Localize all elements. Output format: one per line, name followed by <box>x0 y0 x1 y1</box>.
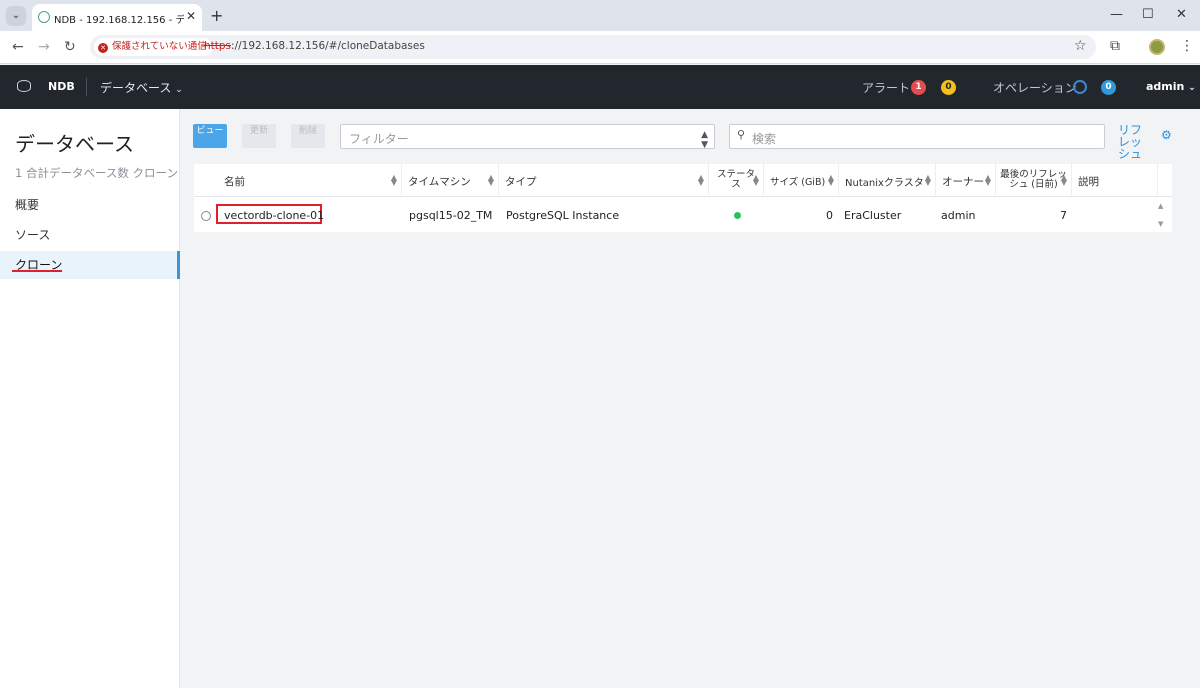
size-cell: 0 <box>826 209 833 222</box>
sort-icon: ▲ ▼ <box>390 173 397 187</box>
database-logo-icon <box>17 80 31 92</box>
sort-icon: ▲ ▼ <box>752 173 759 187</box>
page-title: データベース <box>15 132 134 156</box>
window-close-icon[interactable]: ✕ <box>1176 7 1187 22</box>
sidebar-item-sources[interactable]: ソース <box>0 221 180 249</box>
delete-button[interactable]: 削除 <box>291 124 325 148</box>
owner-cell: admin <box>941 209 976 222</box>
operations-progress-icon <box>1073 80 1087 94</box>
sort-icon: ▲ ▼ <box>924 173 931 187</box>
sort-icon: ▲ ▼ <box>827 173 834 187</box>
database-count: 1 合計データベース数 クローン <box>15 166 178 180</box>
clones-table: 名前 ▲ ▼ タイムマシン ▲ ▼ タイプ ▲ ▼ ステータス ▲ ▼ サイズ (GiB) ▲ ▼ … <box>194 164 1172 232</box>
column-header-time-machine[interactable]: タイムマシン ▲ ▼ <box>402 164 499 197</box>
column-header-name[interactable]: 名前 ▲ ▼ <box>218 164 402 197</box>
main-menu-dropdown[interactable]: データベース ⌄ <box>100 79 183 96</box>
favicon-icon <box>38 11 50 23</box>
sidebar: データベース 1 合計データベース数 クローン 概要 ソース クローン <box>0 109 180 688</box>
search-icon: ⚲ <box>737 128 746 141</box>
url-text: https://192.168.12.156/#/cloneDatabases <box>204 40 425 52</box>
clone-name-link[interactable]: vectordb-clone-01 <box>224 209 324 222</box>
sidebar-item-overview[interactable]: 概要 <box>0 191 180 219</box>
chevron-down-icon: ⌄ <box>1188 83 1196 93</box>
table-row[interactable]: vectordb-clone-01 pgsql15-02_TM PostgreS… <box>194 198 1172 232</box>
app-header: NDB データベース ⌄ アラート 1 0 オペレーション 0 admin ⌄ <box>0 65 1200 109</box>
app-name: NDB <box>48 80 75 93</box>
security-chip[interactable]: ✕ 保護されていない通信 <box>94 38 213 56</box>
type-cell: PostgreSQL Instance <box>506 209 620 222</box>
tab-search-icon[interactable]: ⌄ <box>6 6 26 26</box>
sort-icon: ▲ ▼ <box>1060 173 1067 187</box>
status-ok-icon <box>734 212 741 219</box>
column-header-description[interactable]: 説明 <box>1072 164 1158 197</box>
cluster-cell: EraCluster <box>844 209 902 222</box>
tab-title: NDB - 192.168.12.156 - データベ <box>54 15 184 26</box>
time-machine-cell[interactable]: pgsql15-02_TM <box>409 209 492 222</box>
browser-tab-bar: ⌄ NDB - 192.168.12.156 - データベ ✕ + — ☐ ✕ <box>0 0 1200 31</box>
column-header-type[interactable]: タイプ ▲ ▼ <box>499 164 709 197</box>
search-input[interactable]: ⚲ 検索 <box>729 124 1105 149</box>
back-icon[interactable]: ← <box>12 39 24 55</box>
bookmark-star-icon[interactable]: ☆ <box>1074 38 1087 54</box>
annotation-underline <box>12 270 62 272</box>
column-header-owner[interactable]: オーナー ▲ ▼ <box>936 164 996 197</box>
reload-icon[interactable]: ↻ <box>64 39 76 55</box>
column-header-last-refresh[interactable]: 最後のリフレッシュ (日前) ▲ ▼ <box>996 164 1072 197</box>
profile-avatar[interactable] <box>1149 39 1165 55</box>
tab-close-icon[interactable]: ✕ <box>186 9 196 23</box>
address-bar: ← → ↻ ✕ 保護されていない通信 https://192.168.12.156… <box>0 31 1200 64</box>
operations-badge[interactable]: 0 <box>1101 80 1116 95</box>
refresh-link[interactable]: リフレッシュ <box>1118 124 1148 160</box>
refresh-button[interactable]: 更新 <box>242 124 276 148</box>
column-header-status[interactable]: ステータス ▲ ▼ <box>709 164 764 197</box>
scroll-up-icon[interactable]: ▲ <box>1158 202 1163 210</box>
not-secure-icon: ✕ <box>98 43 108 53</box>
select-caret-icon: ▲ ▼ <box>701 130 708 150</box>
critical-alert-badge[interactable]: 1 <box>911 80 926 95</box>
browser-tab[interactable]: NDB - 192.168.12.156 - データベ ✕ <box>32 4 202 31</box>
user-menu[interactable]: admin ⌄ <box>1146 80 1196 93</box>
sort-icon: ▲ ▼ <box>487 173 494 187</box>
forward-icon[interactable]: → <box>38 39 50 55</box>
new-tab-icon[interactable]: + <box>210 6 223 25</box>
view-button[interactable]: ビュー <box>193 124 227 148</box>
sort-icon: ▲ ▼ <box>984 173 991 187</box>
maximize-icon[interactable]: ☐ <box>1142 7 1154 22</box>
row-select-radio[interactable] <box>201 211 211 221</box>
last-refresh-cell: 7 <box>1060 209 1067 222</box>
gear-icon[interactable]: ⚙ <box>1161 128 1172 142</box>
minimize-icon[interactable]: — <box>1110 7 1123 22</box>
operations-label[interactable]: オペレーション <box>993 79 1077 96</box>
column-header-size[interactable]: サイズ (GiB) ▲ ▼ <box>764 164 839 197</box>
scroll-down-icon[interactable]: ▼ <box>1158 220 1163 228</box>
table-header: 名前 ▲ ▼ タイムマシン ▲ ▼ タイプ ▲ ▼ ステータス ▲ ▼ サイズ (GiB) ▲ ▼ … <box>194 164 1172 197</box>
more-menu-icon[interactable]: ⋮ <box>1180 38 1194 54</box>
alerts-label[interactable]: アラート <box>862 79 910 96</box>
filter-select[interactable]: フィルター ▲ ▼ <box>340 124 715 150</box>
warning-alert-badge[interactable]: 0 <box>941 80 956 95</box>
divider <box>86 78 87 96</box>
extensions-icon[interactable]: ⧉ <box>1110 38 1120 54</box>
sort-icon: ▲ ▼ <box>697 173 704 187</box>
column-header-cluster[interactable]: Nutanixクラスタ ▲ ▼ <box>839 164 936 197</box>
url-field[interactable]: ✕ 保護されていない通信 https://192.168.12.156/#/clo… <box>90 35 1096 59</box>
chevron-down-icon: ⌄ <box>175 85 183 95</box>
sidebar-item-clones[interactable]: クローン <box>0 251 180 279</box>
